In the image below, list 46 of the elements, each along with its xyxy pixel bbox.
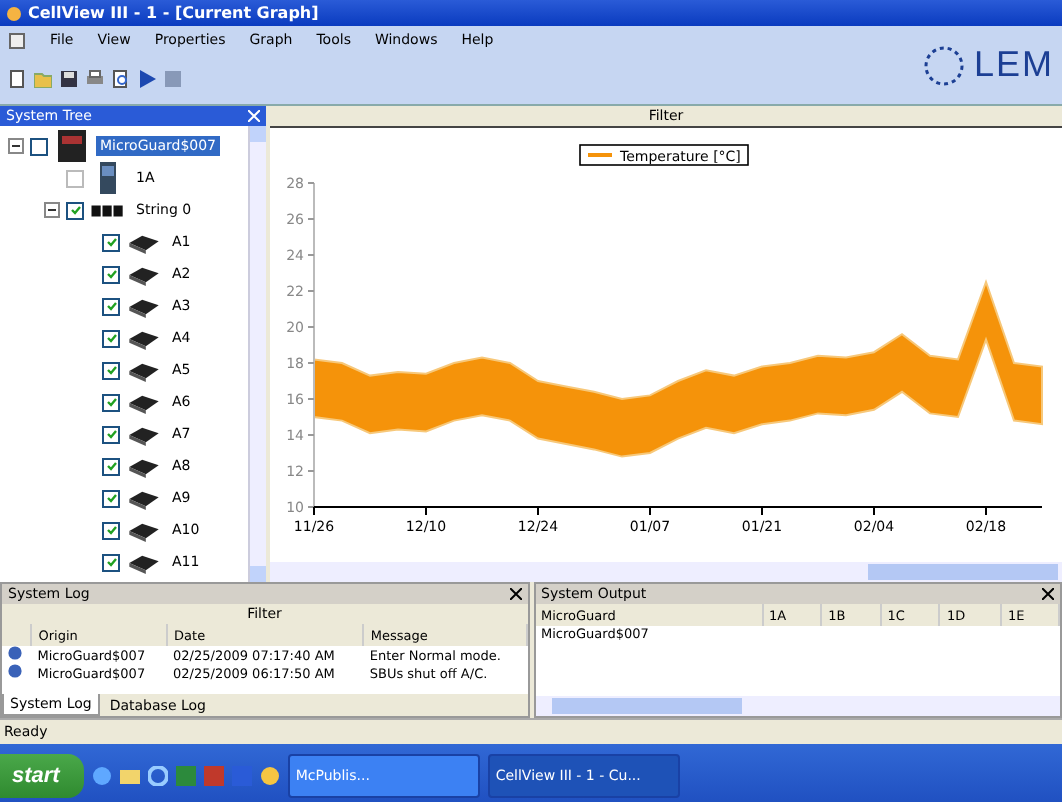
battery-icon [126, 455, 162, 477]
checkbox[interactable] [102, 329, 120, 347]
checkbox[interactable] [66, 201, 84, 219]
battery-icon [126, 295, 162, 317]
save-icon[interactable] [60, 70, 78, 88]
print-preview-icon[interactable] [112, 70, 130, 88]
checkbox[interactable] [102, 265, 120, 283]
checkbox[interactable] [102, 457, 120, 475]
battery-icon [126, 359, 162, 381]
battery-icon [126, 391, 162, 413]
checkbox[interactable] [30, 137, 48, 155]
checkbox[interactable] [102, 233, 120, 251]
checkbox[interactable] [102, 393, 120, 411]
start-button[interactable]: start [0, 753, 84, 797]
printer-icon[interactable] [86, 70, 104, 88]
play-icon[interactable] [138, 70, 156, 88]
battery-icon [126, 263, 162, 285]
browser-icon[interactable] [147, 765, 168, 785]
battery-icon [126, 551, 162, 573]
smiley-icon[interactable] [259, 765, 280, 785]
checkbox[interactable] [102, 361, 120, 379]
expand-toggle[interactable] [8, 138, 24, 154]
app-icon [6, 5, 22, 21]
battery-icon [126, 487, 162, 509]
folder-icon[interactable] [119, 765, 140, 785]
new-file-icon[interactable] [8, 70, 26, 88]
checkbox[interactable] [102, 425, 120, 443]
battery-icon [126, 519, 162, 541]
window-title-text: CellView III - 1 - [Current Graph] [28, 4, 319, 22]
checkbox[interactable] [102, 521, 120, 539]
scrollbar[interactable] [270, 562, 1062, 582]
globe-icon[interactable] [91, 765, 112, 785]
battery-icon [126, 423, 162, 445]
scrollbar[interactable] [248, 126, 266, 582]
expand-toggle[interactable] [44, 202, 60, 218]
checkbox[interactable] [102, 489, 120, 507]
battery-icon [126, 231, 162, 253]
close-icon[interactable] [1042, 588, 1054, 600]
logo-text: LEM [973, 44, 1054, 86]
logo-mark-icon [921, 43, 966, 87]
close-icon[interactable] [509, 588, 521, 600]
checkbox[interactable] [102, 553, 120, 571]
checkbox[interactable] [102, 297, 120, 315]
scrollbar[interactable] [535, 696, 1060, 716]
battery-icon [126, 327, 162, 349]
device-icon [54, 130, 90, 162]
